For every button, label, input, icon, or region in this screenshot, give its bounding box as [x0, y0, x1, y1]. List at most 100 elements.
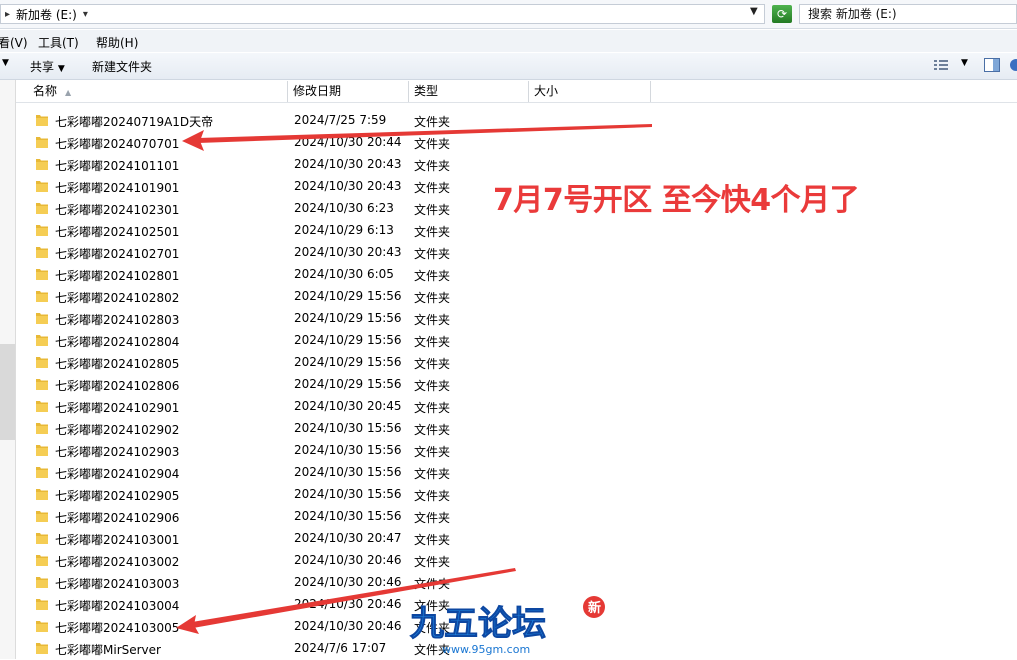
- file-row[interactable]: 七彩嘟嘟2024103001 2024/10/30 20:47 文件夹: [16, 528, 1017, 550]
- file-date: 2024/10/30 15:56: [294, 509, 402, 523]
- file-name: 七彩嘟嘟2024102905: [55, 489, 180, 503]
- file-name: 七彩嘟嘟2024101901: [55, 181, 180, 195]
- file-row[interactable]: 七彩嘟嘟2024102802 2024/10/29 15:56 文件夹: [16, 286, 1017, 308]
- file-name: 七彩嘟嘟2024070701: [55, 137, 180, 151]
- folder-icon: [36, 621, 48, 632]
- share-label: 共享: [30, 60, 55, 74]
- file-date: 2024/10/29 15:56: [294, 355, 402, 369]
- folder-icon: [36, 533, 48, 544]
- file-type: 文件夹: [414, 313, 451, 327]
- folder-icon: [36, 555, 48, 566]
- view-dropdown-icon[interactable]: ▼: [961, 58, 968, 68]
- file-name: 七彩嘟嘟2024102903: [55, 445, 180, 459]
- preview-pane-icon[interactable]: [984, 58, 1000, 72]
- folder-icon: [36, 269, 48, 280]
- file-date: 2024/10/30 15:56: [294, 465, 402, 479]
- file-row[interactable]: 七彩嘟嘟2024102903 2024/10/30 15:56 文件夹: [16, 440, 1017, 462]
- annotation-text: 7月7号开区 至今快4个月了: [493, 183, 860, 218]
- file-date: 2024/10/30 20:46: [294, 619, 402, 633]
- column-name-label: 名称: [33, 84, 58, 98]
- column-size-header[interactable]: 大小: [529, 81, 651, 102]
- file-row[interactable]: 七彩嘟嘟2024102501 2024/10/29 6:13 文件夹: [16, 220, 1017, 242]
- logo-brand-text: 九五论坛: [410, 604, 546, 644]
- file-name: 七彩嘟嘟2024102803: [55, 313, 180, 327]
- file-type: 文件夹: [414, 269, 451, 283]
- menu-help[interactable]: 帮助(H): [96, 34, 138, 51]
- share-button[interactable]: 共享 ▼: [30, 58, 65, 75]
- logo-badge-text: 新: [588, 600, 601, 616]
- file-row[interactable]: 七彩嘟嘟2024102906 2024/10/30 15:56 文件夹: [16, 506, 1017, 528]
- file-date: 2024/10/30 20:45: [294, 399, 402, 413]
- navigation-pane-selection: [0, 344, 15, 440]
- file-name: 七彩嘟嘟2024102501: [55, 225, 180, 239]
- navigation-pane[interactable]: [0, 80, 16, 659]
- file-row[interactable]: 七彩嘟嘟2024102806 2024/10/29 15:56 文件夹: [16, 374, 1017, 396]
- file-date: 2024/10/29 15:56: [294, 311, 402, 325]
- file-row[interactable]: 七彩嘟嘟2024103002 2024/10/30 20:46 文件夹: [16, 550, 1017, 572]
- file-row[interactable]: 七彩嘟嘟2024102803 2024/10/29 15:56 文件夹: [16, 308, 1017, 330]
- file-row[interactable]: 七彩嘟嘟2024102902 2024/10/30 15:56 文件夹: [16, 418, 1017, 440]
- file-row[interactable]: 七彩嘟嘟2024102905 2024/10/30 15:56 文件夹: [16, 484, 1017, 506]
- file-row[interactable]: 七彩嘟嘟2024102701 2024/10/30 20:43 文件夹: [16, 242, 1017, 264]
- folder-icon: [36, 423, 48, 434]
- file-row[interactable]: 七彩嘟嘟2024101101 2024/10/30 20:43 文件夹: [16, 154, 1017, 176]
- file-name: 七彩嘟嘟2024101101: [55, 159, 180, 173]
- file-type: 文件夹: [414, 445, 451, 459]
- file-type: 文件夹: [414, 379, 451, 393]
- menu-bar: 看(V) 工具(T) 帮助(H): [0, 30, 1017, 52]
- file-name: 七彩嘟嘟2024102804: [55, 335, 180, 349]
- file-type: 文件夹: [414, 291, 451, 305]
- file-row[interactable]: 七彩嘟嘟2024102805 2024/10/29 15:56 文件夹: [16, 352, 1017, 374]
- file-name: 七彩嘟嘟2024102806: [55, 379, 180, 393]
- breadcrumb-drive[interactable]: 新加卷 (E:): [16, 6, 77, 23]
- column-name-header[interactable]: 名称 ▲: [28, 81, 288, 102]
- file-row[interactable]: 七彩嘟嘟2024102904 2024/10/30 15:56 文件夹: [16, 462, 1017, 484]
- folder-icon: [36, 247, 48, 258]
- file-date: 2024/7/25 7:59: [294, 113, 387, 127]
- folder-icon: [36, 401, 48, 412]
- file-name: 七彩嘟嘟2024102906: [55, 511, 180, 525]
- file-type: 文件夹: [414, 401, 451, 415]
- address-path-field[interactable]: ▸ 新加卷 (E:) ▾: [0, 4, 765, 24]
- file-date: 2024/10/29 6:13: [294, 223, 394, 237]
- file-row[interactable]: 七彩嘟嘟2024102901 2024/10/30 20:45 文件夹: [16, 396, 1017, 418]
- refresh-icon[interactable]: ⟳: [772, 5, 792, 23]
- file-name: 七彩嘟嘟2024102805: [55, 357, 180, 371]
- file-row[interactable]: 七彩嘟嘟20240719A1D天帝 2024/7/25 7:59 文件夹: [16, 110, 1017, 132]
- help-icon[interactable]: [1008, 58, 1017, 72]
- file-type: 文件夹: [414, 335, 451, 349]
- file-type: 文件夹: [414, 467, 451, 481]
- folder-icon: [36, 577, 48, 588]
- column-size-label: 大小: [534, 84, 559, 98]
- menu-view[interactable]: 看(V): [0, 34, 28, 51]
- breadcrumb-dropdown-icon[interactable]: ▾: [83, 9, 88, 20]
- file-name: 七彩嘟嘟2024102801: [55, 269, 180, 283]
- organize-dropdown-icon[interactable]: ▼: [2, 58, 9, 68]
- file-name: 七彩嘟嘟2024103001: [55, 533, 180, 547]
- file-row[interactable]: 七彩嘟嘟2024102801 2024/10/30 6:05 文件夹: [16, 264, 1017, 286]
- breadcrumb-chevron-icon[interactable]: ▸: [5, 9, 10, 20]
- search-input[interactable]: 搜索 新加卷 (E:): [799, 4, 1017, 24]
- column-date-header[interactable]: 修改日期: [288, 81, 409, 102]
- new-folder-button[interactable]: 新建文件夹: [92, 58, 152, 75]
- file-type: 文件夹: [414, 159, 451, 173]
- file-date: 2024/7/6 17:07: [294, 641, 387, 655]
- file-row[interactable]: 七彩嘟嘟2024070701 2024/10/30 20:44 文件夹: [16, 132, 1017, 154]
- column-type-header[interactable]: 类型: [409, 81, 529, 102]
- command-toolbar: ▼ 共享 ▼ 新建文件夹 ▼: [0, 53, 1017, 80]
- file-type: 文件夹: [414, 489, 451, 503]
- file-row[interactable]: 七彩嘟嘟2024103003 2024/10/30 20:46 文件夹: [16, 572, 1017, 594]
- file-type: 文件夹: [414, 225, 451, 239]
- file-type: 文件夹: [414, 115, 451, 129]
- column-header: 名称 ▲ 修改日期 类型 大小: [16, 81, 1017, 103]
- file-type: 文件夹: [414, 181, 451, 195]
- folder-icon: [36, 357, 48, 368]
- file-date: 2024/10/30 20:43: [294, 245, 402, 259]
- view-list-icon[interactable]: [933, 58, 949, 72]
- file-row[interactable]: 七彩嘟嘟2024102804 2024/10/29 15:56 文件夹: [16, 330, 1017, 352]
- file-type: 文件夹: [414, 423, 451, 437]
- address-history-dropdown-icon[interactable]: ▼: [750, 6, 758, 17]
- menu-tools[interactable]: 工具(T): [38, 34, 79, 51]
- folder-icon: [36, 599, 48, 610]
- file-type: 文件夹: [414, 247, 451, 261]
